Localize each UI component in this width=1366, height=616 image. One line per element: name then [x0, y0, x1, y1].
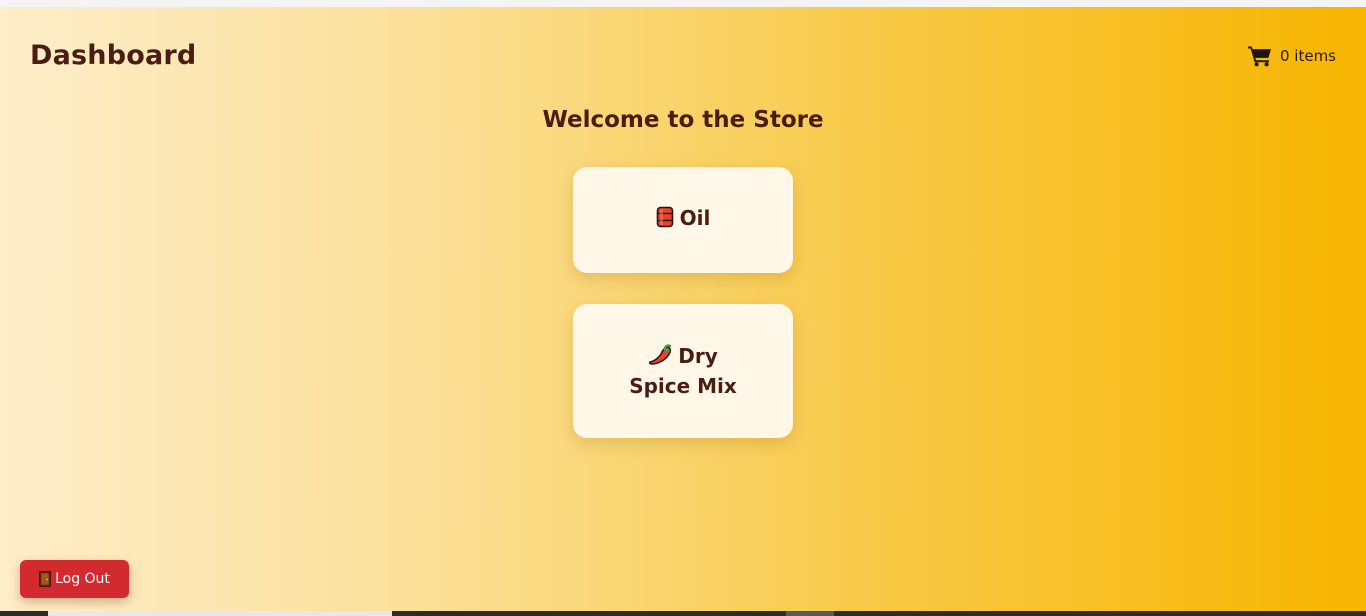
- door-icon: [39, 571, 51, 587]
- taskbar-segment: [786, 611, 834, 616]
- cart-count: 0 items: [1279, 47, 1336, 65]
- logout-label: Log Out: [55, 571, 110, 587]
- taskbar-strip: [0, 611, 1366, 616]
- product-card-oil[interactable]: Oil: [573, 167, 793, 273]
- welcome-heading: Welcome to the Store: [542, 107, 824, 133]
- shopping-cart-icon: [1247, 45, 1272, 67]
- cart-indicator[interactable]: 0 items: [1247, 45, 1336, 67]
- oil-drum-icon: [656, 206, 674, 235]
- dashboard-page: Dashboard 0 items Welcome to the Store O…: [0, 7, 1366, 611]
- browser-top-edge: [0, 0, 1366, 7]
- logout-button[interactable]: Log Out: [20, 560, 129, 598]
- product-name: Dry Spice Mix: [629, 343, 737, 398]
- page-title: Dashboard: [30, 40, 197, 71]
- product-name: Oil: [679, 206, 711, 230]
- product-card-dry-spice-mix[interactable]: Dry Spice Mix: [573, 304, 793, 438]
- taskbar-segment: [48, 611, 392, 616]
- chili-pepper-icon: [648, 343, 672, 373]
